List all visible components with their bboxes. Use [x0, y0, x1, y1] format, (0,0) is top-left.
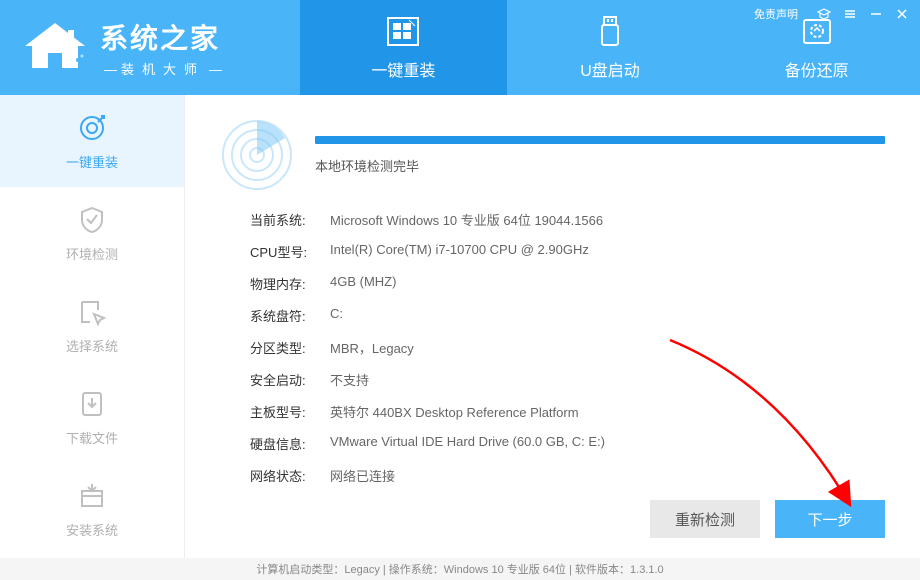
info-row-drive: 系统盘符:C:: [250, 306, 885, 325]
body: 一键重装 环境检测 选择系统 下载文件 安装系统: [0, 95, 920, 558]
graduation-icon[interactable]: [816, 6, 832, 22]
info-row-cpu: CPU型号:Intel(R) Core(TM) i7-10700 CPU @ 2…: [250, 242, 885, 261]
sidebar-item-install[interactable]: 安装系统: [0, 463, 184, 555]
info-label: 当前系统:: [250, 210, 330, 229]
system-info: 当前系统:Microsoft Windows 10 专业版 64位 19044.…: [250, 210, 885, 485]
sidebar-item-env-detect[interactable]: 环境检测: [0, 187, 184, 279]
info-row-mobo: 主板型号:英特尔 440BX Desktop Reference Platfor…: [250, 402, 885, 421]
sidebar-label: 一键重装: [66, 152, 118, 171]
recheck-button[interactable]: 重新检测: [650, 500, 760, 538]
tab-usb-boot[interactable]: U盘启动: [507, 0, 714, 95]
logo-area: 系统之家 装机大师: [0, 0, 300, 95]
detect-header: 本地环境检测完毕: [220, 120, 885, 190]
info-value: 4GB (MHZ): [330, 274, 396, 293]
info-row-disk: 硬盘信息:VMware Virtual IDE Hard Drive (60.0…: [250, 434, 885, 453]
next-button[interactable]: 下一步: [775, 500, 885, 538]
sidebar-label: 选择系统: [66, 336, 118, 355]
info-label: 安全启动:: [250, 370, 330, 389]
info-value: 网络已连接: [330, 466, 395, 485]
info-label: 主板型号:: [250, 402, 330, 421]
info-row-network: 网络状态:网络已连接: [250, 466, 885, 485]
info-value: 不支持: [330, 370, 369, 389]
header: 系统之家 装机大师 一键重装 U盘启动 备份还原 免责声明: [0, 0, 920, 95]
info-value: 英特尔 440BX Desktop Reference Platform: [330, 402, 579, 421]
select-icon: [76, 296, 108, 328]
info-value: MBR，Legacy: [330, 338, 414, 357]
detect-status: 本地环境检测完毕: [315, 156, 885, 175]
info-row-secureboot: 安全启动:不支持: [250, 370, 885, 389]
sidebar-item-reinstall[interactable]: 一键重装: [0, 95, 184, 187]
info-value: C:: [330, 306, 343, 325]
info-row-partition: 分区类型:MBR，Legacy: [250, 338, 885, 357]
logo-house-icon: [20, 18, 90, 78]
minimize-icon[interactable]: [868, 6, 884, 22]
logo-subtitle: 装机大师: [100, 59, 226, 78]
tab-label: 一键重装: [371, 57, 435, 81]
sidebar-label: 下载文件: [66, 428, 118, 447]
info-label: CPU型号:: [250, 242, 330, 261]
sidebar-item-select-sys[interactable]: 选择系统: [0, 279, 184, 371]
tab-label: U盘启动: [580, 57, 640, 81]
info-value: Intel(R) Core(TM) i7-10700 CPU @ 2.90GHz: [330, 242, 589, 261]
info-value: VMware Virtual IDE Hard Drive (60.0 GB, …: [330, 434, 605, 453]
footer-status: 计算机启动类型：Legacy | 操作系统：Windows 10 专业版 64位…: [0, 558, 920, 580]
info-label: 分区类型:: [250, 338, 330, 357]
install-icon: [76, 480, 108, 512]
sidebar-label: 安装系统: [66, 520, 118, 539]
radar-icon: [220, 118, 295, 193]
info-row-ram: 物理内存:4GB (MHZ): [250, 274, 885, 293]
menu-icon[interactable]: [842, 6, 858, 22]
logo-title: 系统之家: [100, 17, 226, 57]
close-icon[interactable]: [894, 6, 910, 22]
info-label: 物理内存:: [250, 274, 330, 293]
shield-icon: [76, 204, 108, 236]
disclaimer-link[interactable]: 免责声明: [754, 6, 798, 22]
usb-icon: [591, 14, 629, 49]
progress-bar: [315, 136, 885, 144]
windows-icon: [384, 14, 422, 49]
info-label: 硬盘信息:: [250, 434, 330, 453]
target-icon: [76, 112, 108, 144]
download-icon: [76, 388, 108, 420]
info-row-os: 当前系统:Microsoft Windows 10 专业版 64位 19044.…: [250, 210, 885, 229]
action-buttons: 重新检测 下一步: [650, 500, 885, 538]
sidebar-item-download[interactable]: 下载文件: [0, 371, 184, 463]
tab-label: 备份还原: [785, 57, 849, 81]
main-content: 本地环境检测完毕 当前系统:Microsoft Windows 10 专业版 6…: [185, 95, 920, 558]
info-label: 网络状态:: [250, 466, 330, 485]
info-value: Microsoft Windows 10 专业版 64位 19044.1566: [330, 210, 603, 229]
sidebar: 一键重装 环境检测 选择系统 下载文件 安装系统: [0, 95, 185, 558]
tab-reinstall[interactable]: 一键重装: [300, 0, 507, 95]
window-controls: 免责声明: [754, 6, 910, 22]
info-label: 系统盘符:: [250, 306, 330, 325]
sidebar-label: 环境检测: [66, 244, 118, 263]
